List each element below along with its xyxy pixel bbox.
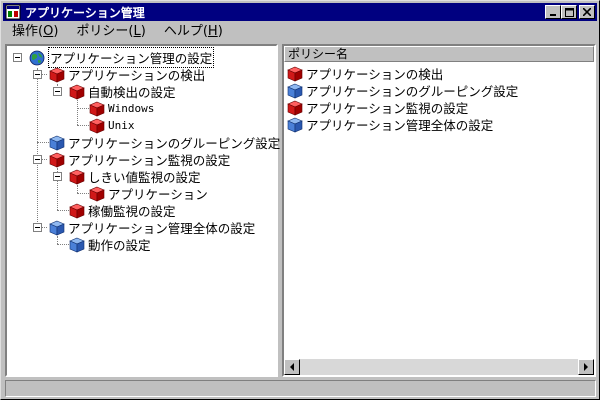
tree-node-detect[interactable]: アプリケーションの検出 [49, 66, 205, 83]
expander-root[interactable] [13, 53, 22, 62]
tree-node-overall[interactable]: アプリケーション管理全体の設定 [49, 219, 255, 236]
blue-cube-icon [287, 117, 303, 133]
red-cube-icon [69, 84, 85, 100]
title-buttons [545, 5, 595, 19]
red-cube-icon [49, 67, 65, 83]
expander-threshold[interactable] [53, 172, 62, 181]
tree-node-application[interactable]: アプリケーション [89, 185, 208, 202]
tree-node-label: Windows [108, 102, 155, 115]
tree-node-unix[interactable]: Unix [89, 117, 135, 134]
tree-node-root[interactable]: アプリケーション管理の設定 [29, 47, 215, 68]
menu-label: 操作 [12, 24, 39, 39]
red-cube-icon [287, 66, 303, 82]
red-cube-icon [287, 100, 303, 116]
window-title: アプリケーション管理 [25, 5, 145, 20]
menu-accel: O [43, 24, 54, 39]
expander-auto-detect[interactable] [53, 87, 62, 96]
minimize-button[interactable] [545, 5, 561, 19]
menu-label: ポリシー [76, 24, 129, 39]
red-cube-icon [69, 203, 85, 219]
policy-tree[interactable]: アプリケーション管理の設定 アプリケーションの検出 自動検出の設定 Window… [5, 44, 280, 377]
menu-help[interactable]: ヘルプ(H) [155, 23, 232, 41]
red-cube-icon [89, 101, 105, 117]
blue-cube-icon [69, 237, 85, 253]
tree-node-monitor[interactable]: アプリケーション監視の設定 [49, 151, 230, 168]
close-button[interactable] [579, 5, 595, 19]
menu-operation[interactable]: 操作(O) [3, 23, 67, 41]
menu-policy[interactable]: ポリシー(L) [67, 23, 154, 41]
status-bar [5, 380, 596, 397]
tree-node-threshold[interactable]: しきい値監視の設定 [69, 168, 201, 185]
policy-list[interactable]: ポリシー名 アプリケーションの検出 アプリケーションのグルーピング設定 アプリケ… [282, 44, 596, 377]
title-bar[interactable]: アプリケーション管理 [3, 3, 597, 21]
expander-monitor[interactable] [33, 155, 42, 164]
expander-detect[interactable] [33, 70, 42, 79]
blue-cube-icon [287, 83, 303, 99]
blue-cube-icon [49, 220, 65, 236]
list-item[interactable]: アプリケーション管理全体の設定 [287, 116, 493, 133]
red-cube-icon [49, 152, 65, 168]
red-cube-icon [69, 169, 85, 185]
close-icon [583, 8, 591, 16]
tree-node-auto-detect[interactable]: 自動検出の設定 [69, 83, 176, 100]
tree-node-label: Unix [108, 119, 135, 132]
menu-label: ヘルプ [163, 24, 203, 39]
list-item[interactable]: アプリケーション監視の設定 [287, 99, 468, 116]
application-window: アプリケーション管理 操作(O) ポリシー(L) ヘルプ(H) アプリケーション… [0, 0, 600, 400]
expander-overall[interactable] [33, 223, 42, 232]
scroll-right-button[interactable] [578, 359, 594, 375]
blue-cube-icon [49, 135, 65, 151]
column-header-policy-name[interactable]: ポリシー名 [284, 46, 594, 62]
app-icon [5, 4, 21, 20]
arrow-left-icon [290, 363, 294, 371]
red-cube-icon [89, 186, 105, 202]
red-cube-icon [89, 118, 105, 134]
tree-node-windows[interactable]: Windows [89, 100, 154, 117]
menu-bar: 操作(O) ポリシー(L) ヘルプ(H) [3, 22, 597, 42]
globe-icon [29, 50, 45, 66]
maximize-icon [564, 7, 574, 17]
minimize-icon [550, 14, 556, 16]
horizontal-scrollbar[interactable] [284, 359, 594, 375]
menu-accel: H [207, 24, 218, 39]
tree-node-operation[interactable]: 動作の設定 [69, 236, 151, 253]
list-item-label: アプリケーション管理全体の設定 [306, 118, 494, 133]
tree-node-uptime[interactable]: 稼働監視の設定 [69, 202, 176, 219]
menu-accel: L [133, 24, 141, 39]
list-item[interactable]: アプリケーションの検出 [287, 65, 443, 82]
tree-node-label: 動作の設定 [88, 238, 151, 253]
maximize-button[interactable] [561, 5, 577, 19]
scroll-left-button[interactable] [284, 359, 300, 375]
arrow-right-icon [584, 363, 588, 371]
tree-node-label: 自動検出の設定 [88, 85, 176, 100]
list-item[interactable]: アプリケーションのグルーピング設定 [287, 82, 518, 99]
tree-node-grouping[interactable]: アプリケーションのグルーピング設定 [49, 134, 280, 151]
